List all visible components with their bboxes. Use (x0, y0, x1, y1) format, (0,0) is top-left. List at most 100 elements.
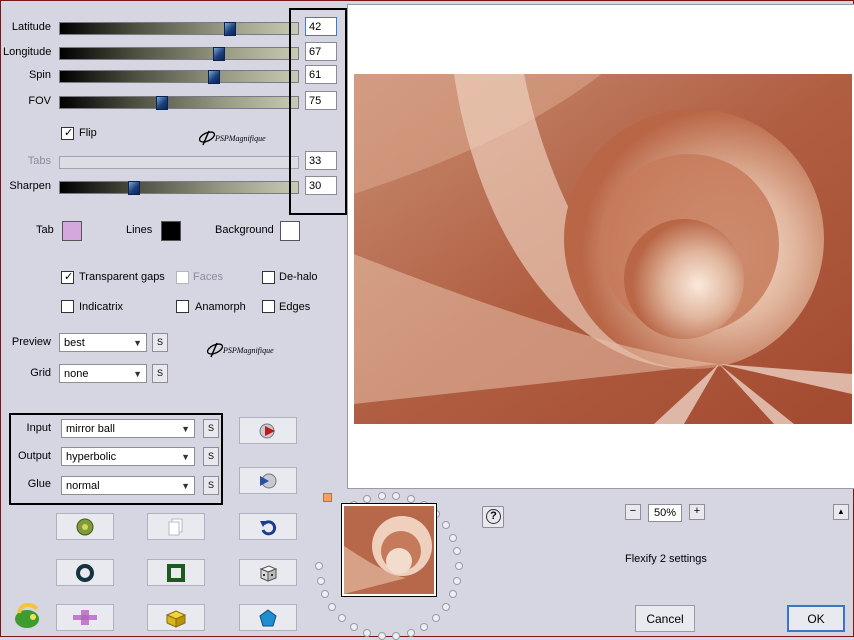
faces-label: Faces (193, 271, 223, 283)
preset-dot[interactable] (350, 623, 358, 631)
de-halo-checkbox[interactable] (262, 271, 275, 284)
preview-s-button[interactable]: S (152, 333, 168, 352)
tab-color-swatch[interactable] (62, 221, 82, 241)
slider-tabs[interactable] (59, 156, 299, 169)
chevron-down-icon: ▼ (181, 481, 190, 491)
input-s-button[interactable]: S (203, 419, 219, 438)
slider-fov[interactable] (59, 96, 299, 110)
preset-dot[interactable] (392, 492, 400, 500)
output-select[interactable]: hyperbolic ▼ (61, 447, 195, 466)
check-icon: ✓ (64, 271, 74, 283)
preset-dot[interactable] (392, 632, 400, 640)
chevron-down-icon: ▼ (133, 369, 142, 379)
input-select-value: mirror ball (66, 423, 115, 435)
preset-dot[interactable] (338, 614, 346, 622)
slider-thumb[interactable] (156, 96, 168, 110)
pentagon-icon (259, 608, 277, 626)
preview-canvas[interactable] (347, 4, 854, 489)
zoom-in-button[interactable]: + (689, 504, 705, 520)
zoom-out-button[interactable]: − (625, 504, 641, 520)
pentagon-button[interactable] (239, 604, 297, 631)
ring-icon (76, 563, 94, 582)
preset-dot[interactable] (442, 521, 450, 529)
preview-select[interactable]: best ▼ (59, 333, 147, 352)
preset-dot[interactable] (432, 614, 440, 622)
slider-label-longitude: Longitude (3, 46, 52, 58)
glue-select[interactable]: normal ▼ (61, 476, 195, 495)
preset-dot[interactable] (420, 623, 428, 631)
cancel-button[interactable]: Cancel (635, 605, 695, 632)
copy-icon (168, 518, 183, 535)
preset-dot[interactable] (378, 632, 386, 640)
preset-dot[interactable] (315, 562, 323, 570)
logo-text: PSPMagnifique (215, 134, 266, 143)
transparent-gaps-checkbox[interactable]: ✓ (61, 271, 74, 284)
anamorph-label: Anamorph (195, 301, 246, 313)
preset-dot[interactable] (407, 629, 415, 637)
preset-dot[interactable] (442, 603, 450, 611)
copy-button[interactable] (147, 513, 205, 540)
slider-latitude[interactable] (59, 22, 299, 36)
preset-wheel-marker[interactable] (323, 493, 332, 502)
ok-button[interactable]: OK (787, 605, 845, 632)
undo-button[interactable] (239, 513, 297, 540)
slider-thumb[interactable] (213, 47, 225, 61)
slider-thumb[interactable] (128, 181, 140, 195)
background-color-swatch[interactable] (280, 221, 300, 241)
psp-magnifique-logo: PSPMagnifique (197, 127, 297, 149)
preset-dot[interactable] (317, 577, 325, 585)
preset-dot[interactable] (455, 562, 463, 570)
flexify-dialog: Latitude 42 Longitude 67 Spin 61 FOV 75 Tabs 33 Sh… (0, 0, 854, 640)
thumbnail-preview[interactable] (341, 503, 437, 597)
preset-dot[interactable] (449, 534, 457, 542)
preset-dot[interactable] (449, 590, 457, 598)
tiles-button[interactable] (56, 604, 114, 631)
output-s-button[interactable]: S (203, 447, 219, 466)
help-button[interactable]: ? (482, 506, 504, 528)
forward-disc-icon (260, 473, 277, 488)
grid-select-value: none (64, 368, 89, 380)
chevron-down-icon: ▼ (181, 452, 190, 462)
input-select-label: Input (26, 422, 51, 434)
edges-checkbox[interactable] (262, 300, 275, 313)
logo-text: PSPMagnifique (223, 346, 274, 355)
undo-icon (260, 519, 277, 535)
preset-dot[interactable] (407, 495, 415, 503)
slider-sharpen[interactable] (59, 181, 299, 195)
de-halo-label: De-halo (279, 271, 318, 283)
randomize-button[interactable] (56, 513, 114, 540)
render-button[interactable] (239, 417, 297, 444)
slider-label-spin: Spin (28, 69, 51, 81)
glue-s-button[interactable]: S (203, 476, 219, 495)
slider-thumb[interactable] (208, 70, 220, 84)
frame-button[interactable] (147, 559, 205, 586)
grid-select[interactable]: none ▼ (59, 364, 147, 383)
zoom-level: 50% (648, 504, 682, 522)
preset-dot[interactable] (453, 577, 461, 585)
slider-spin[interactable] (59, 70, 299, 84)
flip-checkbox[interactable]: ✓ (61, 127, 74, 140)
anamorph-checkbox[interactable] (176, 300, 189, 313)
cube-button[interactable] (147, 604, 205, 631)
tab-color-label: Tab (36, 224, 54, 236)
preset-dot[interactable] (328, 603, 336, 611)
slider-longitude[interactable] (59, 47, 299, 61)
slider-thumb[interactable] (224, 22, 236, 36)
indicatrix-checkbox[interactable] (61, 300, 74, 313)
ring-button[interactable] (56, 559, 114, 586)
faces-checkbox[interactable] (176, 271, 189, 284)
preset-dot[interactable] (453, 547, 461, 555)
preset-dot[interactable] (363, 495, 371, 503)
preset-dot[interactable] (321, 590, 329, 598)
slider-label-latitude: Latitude (11, 21, 51, 33)
collapse-button[interactable]: ▲ (833, 504, 849, 520)
lines-color-label: Lines (126, 224, 153, 236)
grid-s-button[interactable]: S (152, 364, 168, 383)
forward-button[interactable] (239, 467, 297, 494)
dice-button[interactable] (239, 559, 297, 586)
input-select[interactable]: mirror ball ▼ (61, 419, 195, 438)
preset-dot[interactable] (378, 492, 386, 500)
slider-label-tabs: Tabs (27, 155, 51, 167)
lines-color-swatch[interactable] (161, 221, 181, 241)
preset-dot[interactable] (363, 629, 371, 637)
